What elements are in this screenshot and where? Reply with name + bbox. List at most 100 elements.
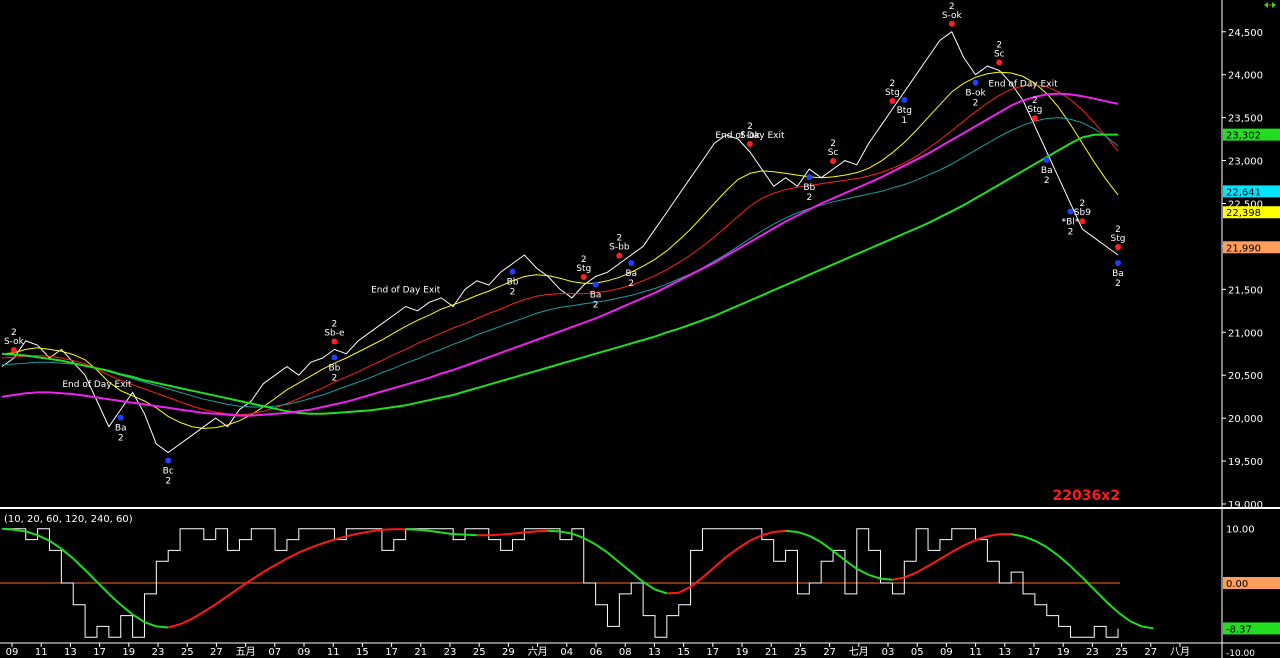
signal-count: 2 <box>11 328 17 338</box>
price-series-line <box>1 84 1119 416</box>
price-label-text: 23,302 <box>1226 131 1261 142</box>
exit-annotation: End of Day Exit <box>371 286 441 296</box>
signal-label: B-ok <box>965 89 986 99</box>
oscillator-smooth-segment <box>1010 533 1024 538</box>
buy-signal-marker <box>331 354 338 361</box>
signal-label: Stg <box>1111 234 1126 244</box>
oscillator-smooth-segment <box>927 558 941 568</box>
oscillator-smooth-segment <box>892 576 905 581</box>
date-axis-label: 15 <box>356 647 369 658</box>
oscillator-smooth-segment <box>96 581 110 595</box>
date-axis-label: 23 <box>152 647 165 658</box>
date-axis-label: 六月 <box>528 646 548 658</box>
price-label-text: 21,990 <box>1226 243 1261 254</box>
date-axis-label: 17 <box>385 647 398 658</box>
date-axis-label: 09 <box>940 647 953 658</box>
oscillator-smooth-segment <box>1105 600 1119 614</box>
oscillator-smooth-segment <box>1022 535 1036 542</box>
oscillator-smooth-segment <box>48 539 62 550</box>
oscillator-smooth-segment <box>737 539 751 550</box>
oscillator-smooth-segment <box>1093 588 1107 603</box>
oscillator-zero-label: 0.00 <box>1226 579 1248 590</box>
date-axis-label: 17 <box>706 647 719 658</box>
date-axis-label: 09 <box>6 647 19 658</box>
price-axis-tick-label: 23,500 <box>1228 114 1263 125</box>
oscillator-smooth-segment <box>1081 576 1095 591</box>
signal-count: 1 <box>901 116 907 126</box>
date-axis-label: 25 <box>1115 647 1128 658</box>
date-axis-label: 七月 <box>849 646 869 658</box>
oscillator-smooth-segment <box>678 585 692 594</box>
oscillator-smooth-segment <box>488 533 501 537</box>
signal-count: 2 <box>890 79 896 89</box>
signal-label: Stg <box>885 88 900 98</box>
price-series-line <box>1 92 1119 417</box>
oscillator-smooth-segment <box>72 557 86 571</box>
price-panel: 19,00019,50020,00020,50021,00021,50022,0… <box>1 2 1280 511</box>
oscillator-smooth-segment <box>215 595 229 605</box>
oscillator-smooth-segment <box>773 529 786 533</box>
chart-watermark: 22036x2 <box>1053 488 1120 504</box>
oscillator-smooth-segment <box>274 557 288 566</box>
price-label-text: 22,398 <box>1226 208 1261 219</box>
double-arrow-icon <box>1264 2 1276 8</box>
price-axis-tick-label: 21,000 <box>1228 328 1263 339</box>
sell-signal-marker <box>331 338 338 345</box>
sell-signal-marker <box>616 252 623 259</box>
oscillator-panel: 10.000.000.00-8.37-10.00 <box>0 525 1280 658</box>
price-axis-tick-label: 23,000 <box>1228 157 1263 168</box>
oscillator-smooth-segment <box>797 531 810 537</box>
buy-signal-marker <box>972 79 979 86</box>
date-axis-label: 27 <box>210 647 223 658</box>
oscillator-smooth-segment <box>987 533 1000 538</box>
sell-signal-marker <box>1031 115 1038 122</box>
oscillator-smooth-segment <box>369 528 383 533</box>
date-axis-label: 09 <box>298 647 311 658</box>
signal-count: 2 <box>1115 279 1121 289</box>
signal-label: Ba <box>625 269 637 279</box>
oscillator-smooth-segment <box>1057 555 1072 567</box>
date-axis-label: 五月 <box>236 646 256 658</box>
price-axis-tick-label: 24,000 <box>1228 71 1263 82</box>
oscillator-smooth-segment <box>60 548 74 560</box>
signal-count: 2 <box>628 279 634 289</box>
signal-count: 2 <box>806 193 812 203</box>
oscillator-smooth-segment <box>630 571 644 583</box>
oscillator-smooth-segment <box>405 528 418 531</box>
signal-label: Bb <box>803 183 815 193</box>
buy-signal-marker <box>901 96 908 103</box>
oscillator-smooth-segment <box>156 625 169 629</box>
signal-count: 2 <box>581 255 587 265</box>
price-label-text: 22,641 <box>1226 187 1261 198</box>
buy-signal-marker <box>165 457 172 464</box>
oscillator-smooth-segment <box>618 561 632 573</box>
signal-count: 2 <box>1032 96 1038 106</box>
oscillator-value-label: -8.37 <box>1226 624 1252 635</box>
oscillator-smooth-segment <box>167 623 181 629</box>
date-axis-label: 13 <box>64 647 77 658</box>
buy-signal-marker <box>509 268 516 275</box>
buy-signal-marker <box>1043 156 1050 163</box>
oscillator-smooth-segment <box>856 567 870 576</box>
signal-count: 2 <box>165 476 171 486</box>
price-axis-tick-label: 19,000 <box>1228 500 1263 511</box>
oscillator-smooth-segment <box>713 556 727 569</box>
oscillator-smooth-segment <box>512 531 525 535</box>
date-axis-label: 05 <box>911 647 924 658</box>
oscillator-smooth-segment <box>84 569 98 583</box>
signal-count: 2 <box>510 288 516 298</box>
oscillator-smooth-segment <box>832 550 846 561</box>
oscillator-smooth-segment <box>595 543 609 554</box>
buy-signal-marker <box>592 281 599 288</box>
date-axis-label: 25 <box>473 647 486 658</box>
oscillator-smooth-segment <box>203 603 217 613</box>
oscillator-smooth-segment <box>1 527 14 531</box>
oscillator-smooth-segment <box>132 613 146 623</box>
date-axis-label: 06 <box>590 647 603 658</box>
oscillator-smooth-segment <box>654 588 668 595</box>
oscillator-smooth-segment <box>346 532 359 538</box>
sell-signal-marker <box>996 59 1003 66</box>
signal-count: 2 <box>118 434 124 444</box>
exit-annotation: End of Day Exit <box>715 131 785 141</box>
oscillator-smooth-segment <box>381 528 394 531</box>
